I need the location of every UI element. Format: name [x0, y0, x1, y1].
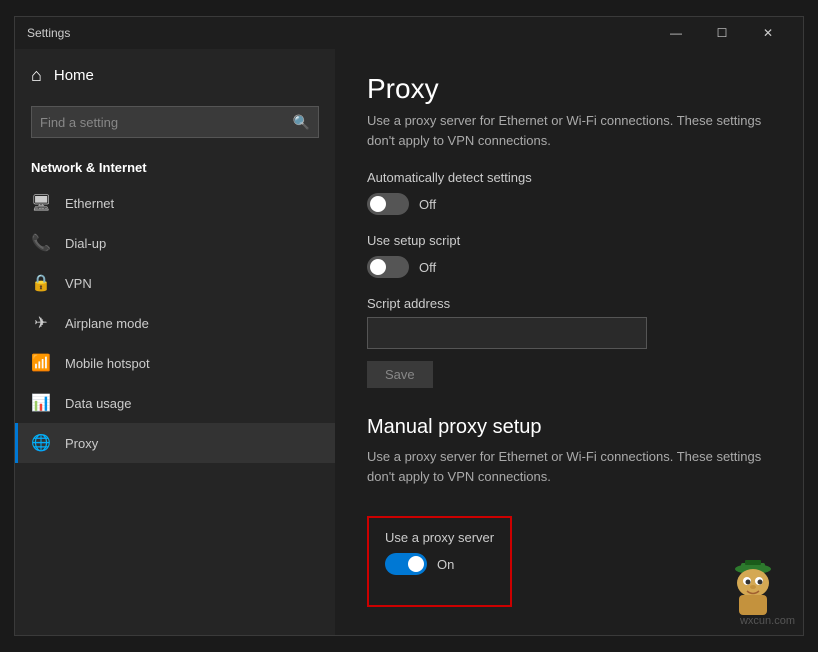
page-title: Proxy	[367, 73, 771, 105]
ethernet-icon: 🖥	[31, 193, 51, 213]
sidebar-item-proxy[interactable]: 🌐 Proxy	[15, 423, 335, 463]
sidebar-item-label: Dial-up	[65, 236, 106, 251]
window-content: ⌂ Home 🔍 Network & Internet 🖥 Ethernet 📞…	[15, 49, 803, 635]
mascot-svg	[723, 555, 783, 620]
manual-section-title: Manual proxy setup	[367, 416, 771, 439]
auto-detect-toggle-row: Off	[367, 193, 771, 215]
mascot	[723, 555, 783, 615]
sidebar-item-datausage[interactable]: 📊 Data usage	[15, 383, 335, 423]
setup-script-toggle-row: Off	[367, 256, 771, 278]
setup-script-status: Off	[419, 260, 436, 275]
sidebar-item-label: Airplane mode	[65, 316, 149, 331]
maximize-button[interactable]: ☐	[699, 17, 745, 49]
sidebar-item-dialup[interactable]: 📞 Dial-up	[15, 223, 335, 263]
proxy-icon: 🌐	[31, 433, 51, 453]
settings-window: Settings — ☐ ✕ ⌂ Home 🔍 Network & Intern…	[14, 16, 804, 636]
setup-script-toggle[interactable]	[367, 256, 409, 278]
watermark: wxcun.com	[740, 615, 795, 627]
window-controls: — ☐ ✕	[653, 17, 791, 49]
sidebar-item-label: Ethernet	[65, 196, 114, 211]
search-input[interactable]	[40, 115, 287, 130]
home-icon: ⌂	[31, 65, 42, 86]
sidebar-item-vpn[interactable]: 🔒 VPN	[15, 263, 335, 303]
auto-detect-label: Automatically detect settings	[367, 170, 771, 185]
vpn-icon: 🔒	[31, 273, 51, 293]
main-content: Proxy Use a proxy server for Ethernet or…	[335, 49, 803, 635]
toggle-thumb	[408, 556, 424, 572]
proxy-server-box: Use a proxy server On	[367, 516, 512, 607]
proxy-server-label: Use a proxy server	[385, 530, 494, 545]
sidebar-item-airplane[interactable]: ✈ Airplane mode	[15, 303, 335, 343]
auto-detect-status: Off	[419, 197, 436, 212]
proxy-server-toggle[interactable]	[385, 553, 427, 575]
sidebar: ⌂ Home 🔍 Network & Internet 🖥 Ethernet 📞…	[15, 49, 335, 635]
sidebar-item-ethernet[interactable]: 🖥 Ethernet	[15, 183, 335, 223]
home-label: Home	[54, 67, 94, 84]
script-address-label: Script address	[367, 296, 771, 311]
hotspot-icon: 📶	[31, 353, 51, 373]
sidebar-home[interactable]: ⌂ Home	[15, 49, 335, 102]
sidebar-item-label: Data usage	[65, 396, 132, 411]
sidebar-item-label: Mobile hotspot	[65, 356, 150, 371]
proxy-server-toggle-row: On	[385, 553, 494, 575]
search-icon: 🔍	[293, 114, 310, 131]
minimize-button[interactable]: —	[653, 17, 699, 49]
proxy-server-status: On	[437, 557, 454, 572]
window-title: Settings	[27, 26, 70, 40]
sidebar-item-label: VPN	[65, 276, 92, 291]
dialup-icon: 📞	[31, 233, 51, 253]
manual-description: Use a proxy server for Ethernet or Wi-Fi…	[367, 447, 771, 486]
auto-proxy-description: Use a proxy server for Ethernet or Wi-Fi…	[367, 111, 771, 150]
setup-script-label: Use setup script	[367, 233, 771, 248]
toggle-thumb	[370, 196, 386, 212]
nav-section-title: Network & Internet	[15, 150, 335, 183]
auto-detect-toggle[interactable]	[367, 193, 409, 215]
close-button[interactable]: ✕	[745, 17, 791, 49]
script-address-input[interactable]	[367, 317, 647, 349]
toggle-thumb	[370, 259, 386, 275]
save-button[interactable]: Save	[367, 361, 433, 388]
search-box[interactable]: 🔍	[31, 106, 319, 138]
sidebar-item-label: Proxy	[65, 436, 98, 451]
sidebar-item-hotspot[interactable]: 📶 Mobile hotspot	[15, 343, 335, 383]
titlebar: Settings — ☐ ✕	[15, 17, 803, 49]
airplane-icon: ✈	[31, 313, 51, 333]
datausage-icon: 📊	[31, 393, 51, 413]
